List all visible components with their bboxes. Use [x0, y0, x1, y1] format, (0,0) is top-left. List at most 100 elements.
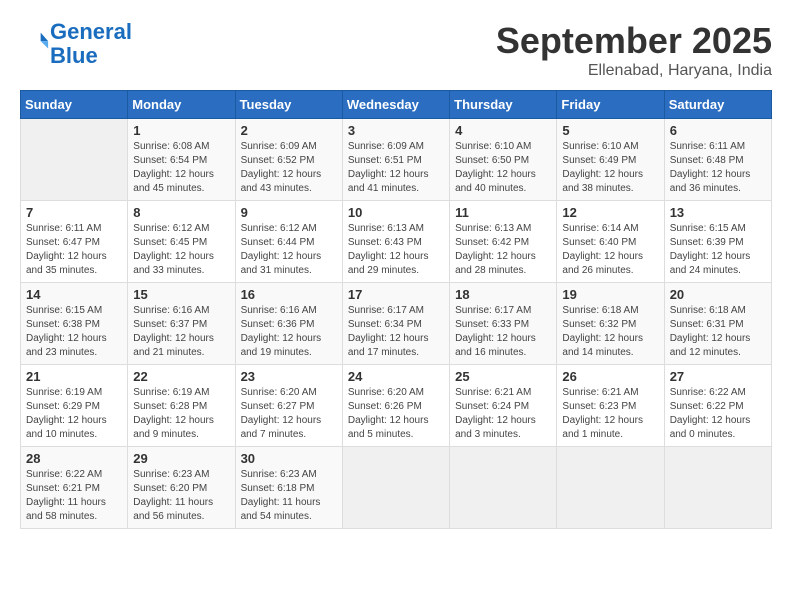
day-info: Sunrise: 6:20 AM Sunset: 6:27 PM Dayligh… [241, 386, 337, 442]
calendar-day-cell: 10 Sunrise: 6:13 AM Sunset: 6:43 PM Dayli… [342, 201, 449, 283]
weekday-header-row: SundayMondayTuesdayWednesdayThursdayFrid… [21, 91, 772, 119]
logo-line2: Blue [50, 43, 98, 68]
day-number: 7 [26, 205, 122, 220]
day-number: 4 [455, 123, 551, 138]
day-info: Sunrise: 6:22 AM Sunset: 6:21 PM Dayligh… [26, 468, 122, 524]
day-number: 14 [26, 287, 122, 302]
calendar-day-cell: 21Sunrise: 6:19 AM Sunset: 6:29 PM Dayli… [21, 365, 128, 447]
calendar-week-row: 14 Sunrise: 6:15 AM Sunset: 6:38 PM Dayli… [21, 283, 772, 365]
calendar-day-cell: 16 Sunrise: 6:16 AM Sunset: 6:36 PM Dayli… [235, 283, 342, 365]
day-info: Sunrise: 6:10 AM Sunset: 6:50 PM Dayligh… [455, 140, 551, 196]
calendar-day-cell: 1 Sunrise: 6:08 AM Sunset: 6:54 PM Daylig… [128, 119, 235, 201]
day-number: 10 [348, 205, 444, 220]
calendar: SundayMondayTuesdayWednesdayThursdayFrid… [20, 90, 772, 529]
calendar-day-cell: 3Sunrise: 6:09 AM Sunset: 6:51 PM Daylig… [342, 119, 449, 201]
day-info: Sunrise: 6:23 AM Sunset: 6:20 PM Dayligh… [133, 468, 229, 524]
day-number: 12 [562, 205, 658, 220]
calendar-week-row: 1 Sunrise: 6:08 AM Sunset: 6:54 PM Daylig… [21, 119, 772, 201]
day-number: 22 [133, 369, 229, 384]
calendar-day-cell: 22Sunrise: 6:19 AM Sunset: 6:28 PM Dayli… [128, 365, 235, 447]
calendar-day-cell: 9Sunrise: 6:12 AM Sunset: 6:44 PM Daylig… [235, 201, 342, 283]
calendar-body: 1 Sunrise: 6:08 AM Sunset: 6:54 PM Daylig… [21, 119, 772, 529]
calendar-day-cell: 8 Sunrise: 6:12 AM Sunset: 6:45 PM Daylig… [128, 201, 235, 283]
calendar-day-cell: 28 Sunrise: 6:22 AM Sunset: 6:21 PM Dayli… [21, 447, 128, 529]
calendar-day-cell: 26Sunrise: 6:21 AM Sunset: 6:23 PM Dayli… [557, 365, 664, 447]
day-info: Sunrise: 6:17 AM Sunset: 6:33 PM Dayligh… [455, 304, 551, 360]
calendar-day-cell: 27 Sunrise: 6:22 AM Sunset: 6:22 PM Dayli… [664, 365, 771, 447]
day-info: Sunrise: 6:21 AM Sunset: 6:24 PM Dayligh… [455, 386, 551, 442]
day-info: Sunrise: 6:09 AM Sunset: 6:52 PM Dayligh… [241, 140, 337, 196]
calendar-day-cell: 20 Sunrise: 6:18 AM Sunset: 6:31 PM Dayli… [664, 283, 771, 365]
day-info: Sunrise: 6:11 AM Sunset: 6:47 PM Dayligh… [26, 222, 122, 278]
calendar-day-cell [557, 447, 664, 529]
calendar-day-cell: 14 Sunrise: 6:15 AM Sunset: 6:38 PM Dayli… [21, 283, 128, 365]
calendar-day-cell [450, 447, 557, 529]
day-info: Sunrise: 6:08 AM Sunset: 6:54 PM Dayligh… [133, 140, 229, 196]
logo-text: General Blue [50, 20, 132, 68]
location-title: Ellenabad, Haryana, India [496, 62, 772, 80]
calendar-day-cell: 23 Sunrise: 6:20 AM Sunset: 6:27 PM Dayli… [235, 365, 342, 447]
calendar-day-cell: 19Sunrise: 6:18 AM Sunset: 6:32 PM Dayli… [557, 283, 664, 365]
day-number: 28 [26, 451, 122, 466]
logo-line1: General [50, 19, 132, 44]
weekday-header-cell: Monday [128, 91, 235, 119]
day-info: Sunrise: 6:12 AM Sunset: 6:45 PM Dayligh… [133, 222, 229, 278]
day-number: 21 [26, 369, 122, 384]
day-number: 18 [455, 287, 551, 302]
calendar-day-cell: 17Sunrise: 6:17 AM Sunset: 6:34 PM Dayli… [342, 283, 449, 365]
day-number: 30 [241, 451, 337, 466]
day-number: 1 [133, 123, 229, 138]
day-number: 17 [348, 287, 444, 302]
day-number: 15 [133, 287, 229, 302]
calendar-day-cell: 25 Sunrise: 6:21 AM Sunset: 6:24 PM Dayli… [450, 365, 557, 447]
day-number: 25 [455, 369, 551, 384]
day-info: Sunrise: 6:11 AM Sunset: 6:48 PM Dayligh… [670, 140, 766, 196]
day-number: 26 [562, 369, 658, 384]
weekday-header-cell: Sunday [21, 91, 128, 119]
calendar-day-cell: 5Sunrise: 6:10 AM Sunset: 6:49 PM Daylig… [557, 119, 664, 201]
day-info: Sunrise: 6:18 AM Sunset: 6:31 PM Dayligh… [670, 304, 766, 360]
day-info: Sunrise: 6:20 AM Sunset: 6:26 PM Dayligh… [348, 386, 444, 442]
calendar-day-cell [342, 447, 449, 529]
day-info: Sunrise: 6:13 AM Sunset: 6:42 PM Dayligh… [455, 222, 551, 278]
day-number: 5 [562, 123, 658, 138]
calendar-week-row: 21Sunrise: 6:19 AM Sunset: 6:29 PM Dayli… [21, 365, 772, 447]
calendar-day-cell: 18 Sunrise: 6:17 AM Sunset: 6:33 PM Dayli… [450, 283, 557, 365]
weekday-header-cell: Thursday [450, 91, 557, 119]
day-number: 13 [670, 205, 766, 220]
calendar-day-cell [21, 119, 128, 201]
day-number: 16 [241, 287, 337, 302]
day-number: 29 [133, 451, 229, 466]
calendar-day-cell: 29 Sunrise: 6:23 AM Sunset: 6:20 PM Dayli… [128, 447, 235, 529]
day-info: Sunrise: 6:16 AM Sunset: 6:37 PM Dayligh… [133, 304, 229, 360]
day-number: 20 [670, 287, 766, 302]
calendar-day-cell: 6 Sunrise: 6:11 AM Sunset: 6:48 PM Daylig… [664, 119, 771, 201]
day-info: Sunrise: 6:22 AM Sunset: 6:22 PM Dayligh… [670, 386, 766, 442]
weekday-header-cell: Tuesday [235, 91, 342, 119]
calendar-day-cell: 4 Sunrise: 6:10 AM Sunset: 6:50 PM Daylig… [450, 119, 557, 201]
calendar-day-cell [664, 447, 771, 529]
day-number: 24 [348, 369, 444, 384]
month-title: September 2025 [496, 20, 772, 62]
day-number: 2 [241, 123, 337, 138]
day-number: 6 [670, 123, 766, 138]
title-block: September 2025 Ellenabad, Haryana, India [496, 20, 772, 80]
day-number: 3 [348, 123, 444, 138]
day-number: 23 [241, 369, 337, 384]
day-info: Sunrise: 6:14 AM Sunset: 6:40 PM Dayligh… [562, 222, 658, 278]
calendar-day-cell: 11Sunrise: 6:13 AM Sunset: 6:42 PM Dayli… [450, 201, 557, 283]
day-info: Sunrise: 6:23 AM Sunset: 6:18 PM Dayligh… [241, 468, 337, 524]
calendar-week-row: 28 Sunrise: 6:22 AM Sunset: 6:21 PM Dayli… [21, 447, 772, 529]
day-info: Sunrise: 6:16 AM Sunset: 6:36 PM Dayligh… [241, 304, 337, 360]
weekday-header-cell: Friday [557, 91, 664, 119]
day-number: 27 [670, 369, 766, 384]
calendar-day-cell: 13Sunrise: 6:15 AM Sunset: 6:39 PM Dayli… [664, 201, 771, 283]
logo-icon [22, 28, 50, 56]
calendar-day-cell: 7 Sunrise: 6:11 AM Sunset: 6:47 PM Daylig… [21, 201, 128, 283]
day-number: 19 [562, 287, 658, 302]
weekday-header-cell: Wednesday [342, 91, 449, 119]
day-number: 8 [133, 205, 229, 220]
day-info: Sunrise: 6:15 AM Sunset: 6:38 PM Dayligh… [26, 304, 122, 360]
day-info: Sunrise: 6:13 AM Sunset: 6:43 PM Dayligh… [348, 222, 444, 278]
calendar-day-cell: 24 Sunrise: 6:20 AM Sunset: 6:26 PM Dayli… [342, 365, 449, 447]
